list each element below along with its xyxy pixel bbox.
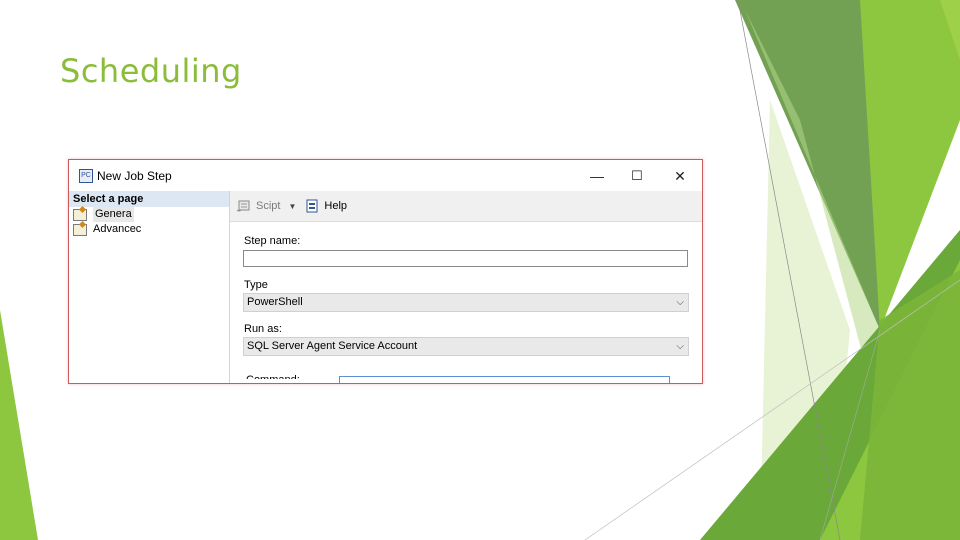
chevron-down-icon: ⌵ (676, 297, 684, 308)
script-button[interactable]: Scipt (256, 200, 280, 212)
page-selector-pane: Select a page Genera Advancec (69, 191, 230, 383)
run-as-label: Run as: (244, 323, 282, 335)
chevron-down-icon[interactable]: ▼ (288, 202, 296, 211)
page-settings-icon (73, 223, 87, 236)
dialog-titlebar[interactable]: PC New Job Step — ☐ ✕ (69, 160, 702, 191)
script-icon[interactable] (236, 199, 252, 213)
type-value: PowerShell (247, 296, 303, 308)
general-form: Step name: Type PowerShell ⌵ Run as: SQL… (230, 222, 702, 383)
maximize-button[interactable]: ☐ (622, 164, 652, 188)
page-settings-icon (73, 208, 87, 221)
chevron-down-icon: ⌵ (676, 341, 684, 352)
page-item-label: Advancec (93, 223, 142, 235)
step-name-input[interactable] (243, 250, 688, 267)
step-name-label: Step name: (244, 235, 301, 247)
minimize-button[interactable]: — (582, 164, 612, 188)
slide-title: Scheduling (60, 52, 242, 90)
toolbar: Scipt ▼ Help (230, 191, 702, 222)
type-label: Type (244, 279, 268, 291)
select-page-header: Select a page (69, 191, 229, 207)
command-label: Command: (246, 371, 300, 379)
run-as-select[interactable]: SQL Server Agent Service Account ⌵ (243, 337, 689, 356)
command-input[interactable] (339, 376, 670, 383)
page-item-label: Genera (93, 207, 134, 222)
step-details-pane: Scipt ▼ Help Step name: Type PowerShell … (230, 191, 702, 383)
run-as-value: SQL Server Agent Service Account (247, 340, 418, 352)
new-job-step-dialog: PC New Job Step — ☐ ✕ Select a page Gene… (68, 159, 703, 384)
dialog-title: New Job Step (97, 169, 172, 183)
close-button[interactable]: ✕ (665, 164, 695, 188)
app-icon: PC (79, 169, 93, 183)
help-icon[interactable] (304, 199, 320, 213)
help-button[interactable]: Help (324, 200, 347, 212)
page-item-general[interactable]: Genera (69, 207, 229, 222)
type-select[interactable]: PowerShell ⌵ (243, 293, 689, 312)
page-item-advanced[interactable]: Advancec (69, 222, 229, 237)
